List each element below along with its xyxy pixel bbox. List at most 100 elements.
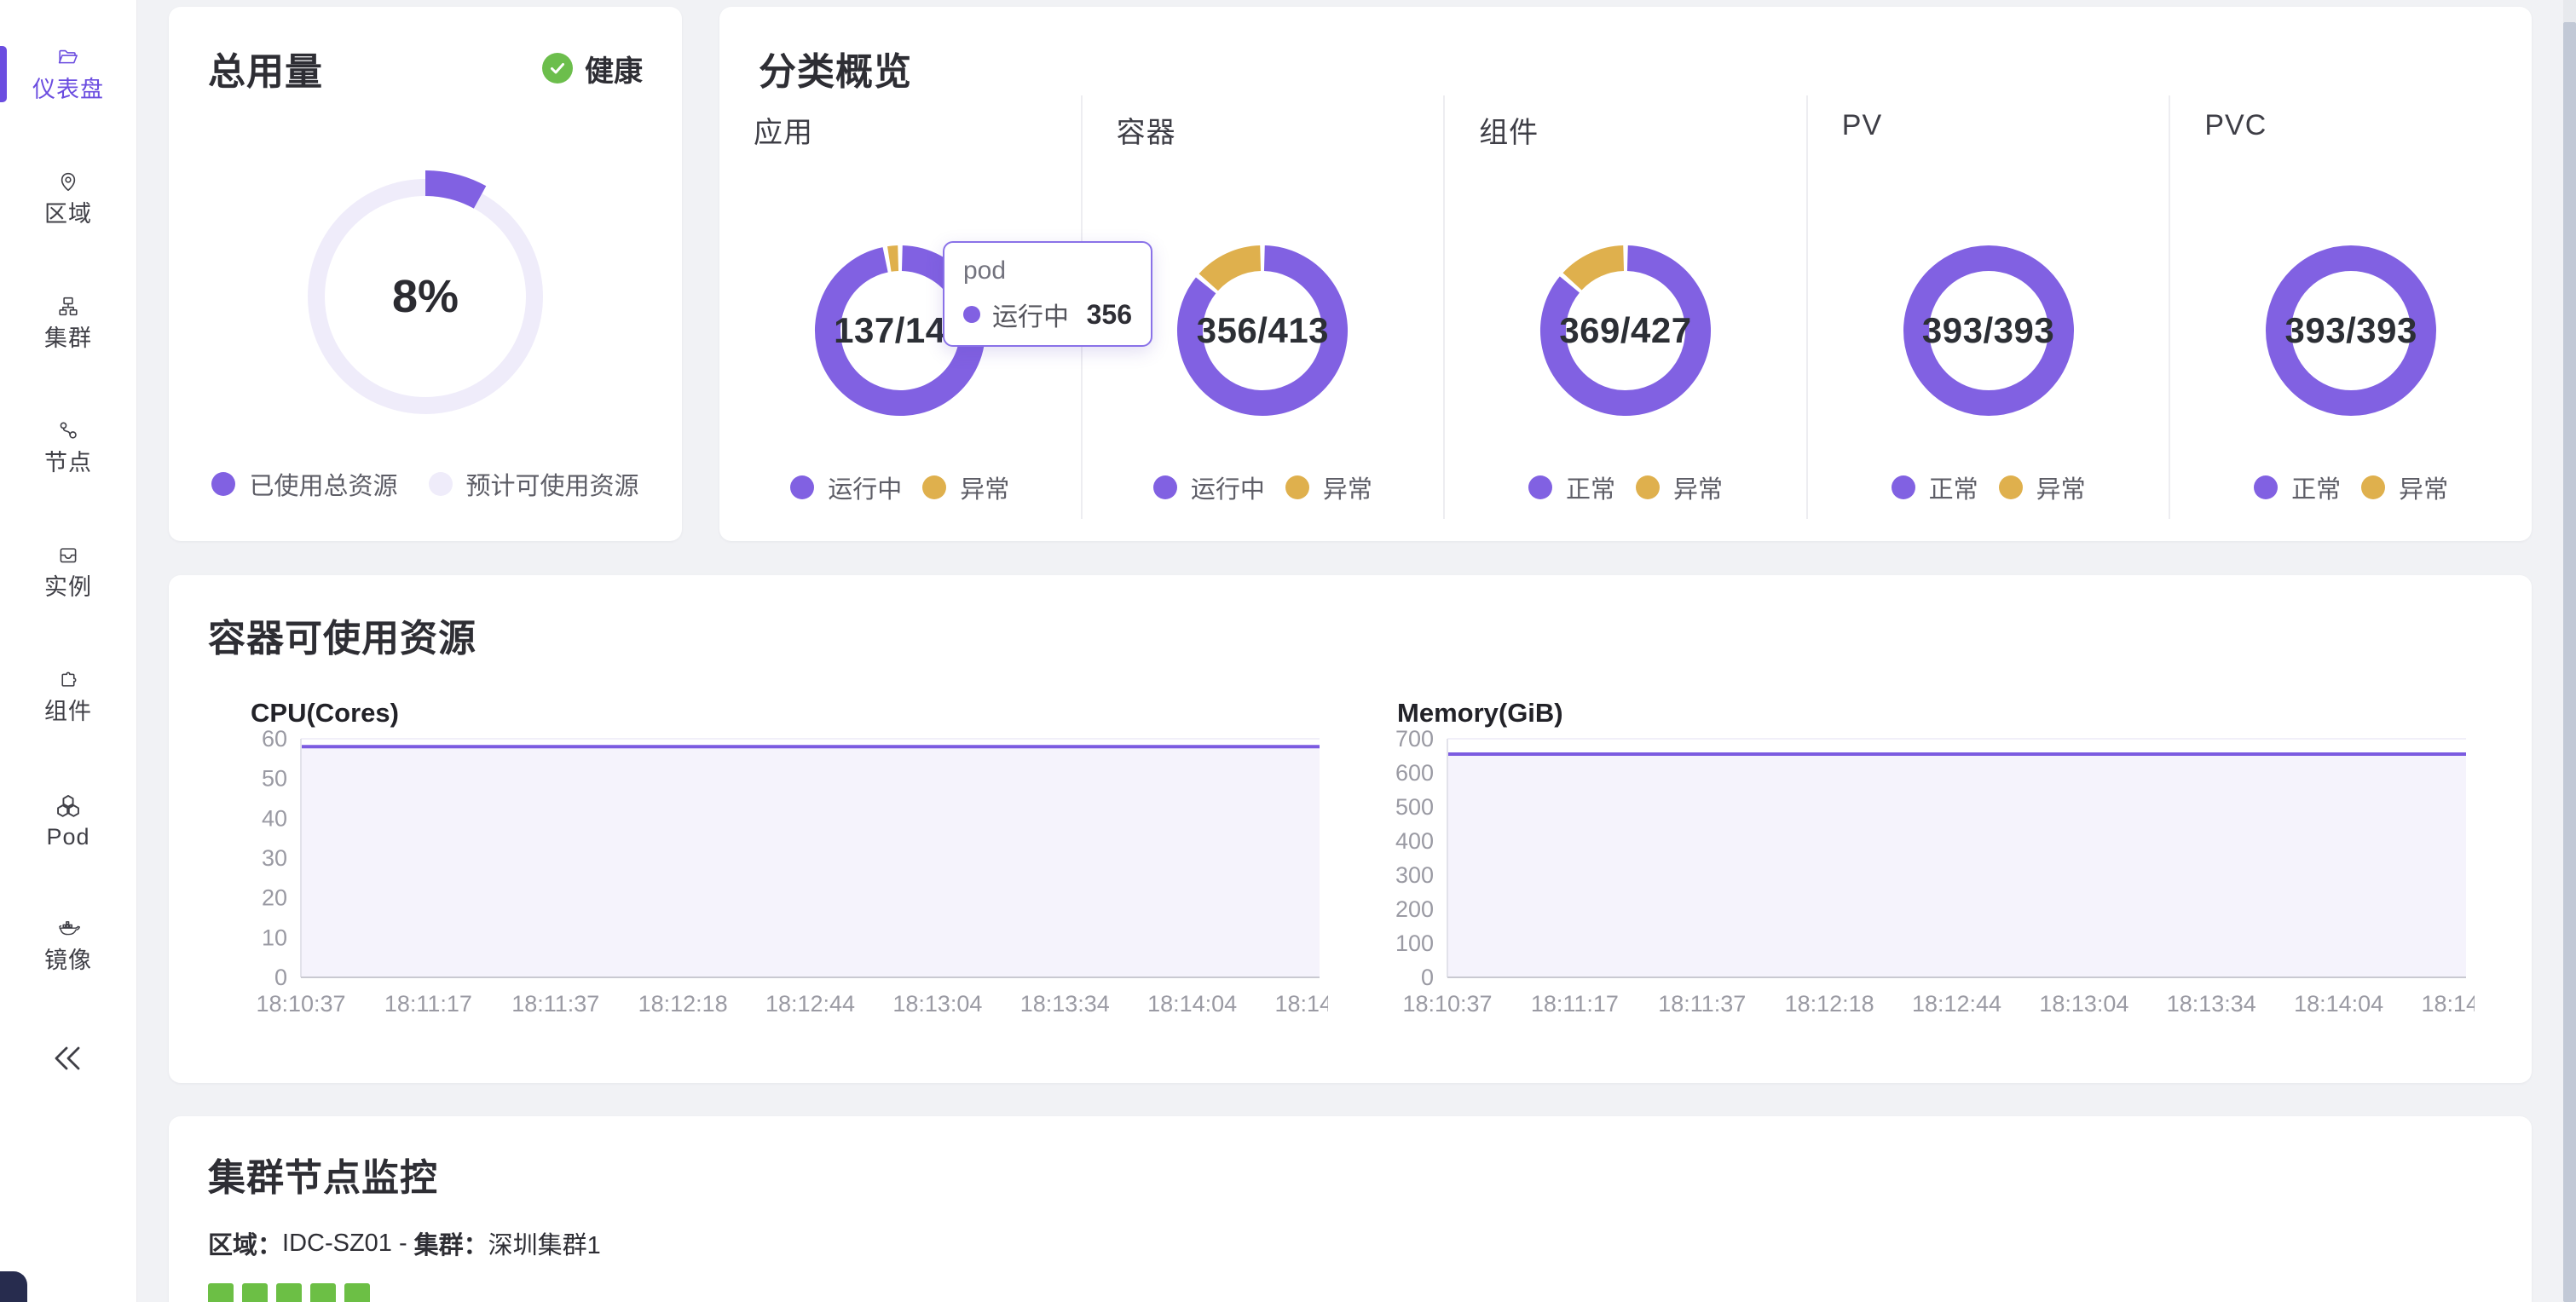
- node-status-square[interactable]: [344, 1283, 370, 1302]
- sidebar-collapse-button[interactable]: [0, 1041, 136, 1075]
- sidebar-item-label: Pod: [46, 824, 90, 850]
- legend-item-normal[interactable]: 正常: [2254, 470, 2341, 505]
- legend-item-normal[interactable]: 正常: [1528, 470, 1615, 505]
- pod-hexagons-icon: [50, 792, 86, 822]
- scrollbar-track-top: [2563, 0, 2576, 22]
- total-usage-legend: 已使用总资源 预计可使用资源: [169, 466, 682, 502]
- svg-text:18:12:44: 18:12:44: [1912, 991, 2001, 1017]
- health-status-badge: 健康: [542, 48, 643, 89]
- legend-dot-purple: [1528, 475, 1552, 499]
- column-header: PV: [1808, 95, 2169, 142]
- svg-text:50: 50: [262, 766, 287, 792]
- legend-dot-purple: [2254, 475, 2278, 499]
- cluster-label: 集群：: [414, 1225, 488, 1261]
- column-header: 组件: [1445, 95, 1806, 151]
- legend-item-abnormal[interactable]: 异常: [2361, 470, 2448, 505]
- sidebar-item-image[interactable]: 镜像: [0, 917, 136, 975]
- pvc-donut-chart[interactable]: 393/393: [2240, 220, 2462, 441]
- legend-item-running[interactable]: 运行中: [790, 470, 902, 505]
- sidebar-item-cluster[interactable]: 集群: [0, 295, 136, 353]
- component-donut-chart[interactable]: 369/427: [1515, 220, 1736, 441]
- svg-text:700: 700: [1395, 730, 1434, 752]
- health-check-icon: [542, 53, 573, 84]
- svg-text:18:12:18: 18:12:18: [638, 991, 728, 1017]
- node-status-square[interactable]: [276, 1283, 302, 1302]
- sidebar-item-label: 仪表盘: [32, 71, 104, 104]
- total-usage-card: 总用量 健康 8% 已使用总资源 预计可使用资源: [169, 7, 682, 541]
- region-pin-icon: [50, 170, 86, 193]
- total-usage-donut-chart[interactable]: 8%: [297, 169, 553, 424]
- category-overview-title: 分类概览: [719, 7, 2532, 95]
- legend-item-running[interactable]: 运行中: [1153, 470, 1265, 505]
- column-legend: 正常 异常: [2170, 470, 2532, 505]
- scrollbar-thumb[interactable]: [2563, 22, 2576, 1302]
- sidebar-item-component[interactable]: 组件: [0, 668, 136, 726]
- tooltip-series-dot: [963, 306, 980, 323]
- sidebar-item-label: 组件: [44, 693, 92, 726]
- legend-dot-purple: [211, 472, 235, 496]
- category-column-pv: PV 393/393 正常 异常: [1806, 95, 2169, 519]
- legend-dot-purple: [1892, 475, 1915, 499]
- donut-value: 393/393: [2240, 220, 2462, 441]
- node-status-square[interactable]: [208, 1283, 234, 1302]
- legend-dot-lavender: [429, 472, 453, 496]
- svg-text:18:13:34: 18:13:34: [2167, 991, 2256, 1017]
- legend-item-abnormal[interactable]: 异常: [922, 470, 1009, 505]
- svg-text:300: 300: [1395, 862, 1434, 888]
- legend-item-available[interactable]: 预计可使用资源: [429, 466, 639, 502]
- total-usage-title: 总用量: [208, 41, 323, 95]
- legend-item-abnormal[interactable]: 异常: [1285, 470, 1372, 505]
- svg-text:18:11:37: 18:11:37: [1658, 991, 1746, 1017]
- double-chevron-left-icon: [49, 1041, 87, 1075]
- svg-text:18:13:04: 18:13:04: [892, 991, 982, 1017]
- memory-line-chart[interactable]: Memory(GiB) 010020030040050060070018:10:…: [1366, 694, 2475, 1052]
- legend-item-abnormal[interactable]: 异常: [1999, 470, 2086, 505]
- svg-text:18:14:04: 18:14:04: [1147, 991, 1237, 1017]
- svg-text:200: 200: [1395, 896, 1434, 922]
- legend-dot-yellow: [1999, 475, 2023, 499]
- legend-item-normal[interactable]: 正常: [1892, 470, 1978, 505]
- cpu-chart-subtitle: CPU(Cores): [251, 698, 399, 729]
- donut-value: 369/427: [1515, 220, 1736, 441]
- active-indicator: [0, 46, 7, 102]
- legend-dot-yellow: [1285, 475, 1309, 499]
- node-status-square[interactable]: [242, 1283, 268, 1302]
- category-column-component: 组件 369/427 正常 异常: [1443, 95, 1806, 519]
- sidebar-item-instance[interactable]: 实例: [0, 544, 136, 602]
- svg-text:18:13:04: 18:13:04: [2039, 991, 2128, 1017]
- svg-text:20: 20: [262, 885, 287, 911]
- column-header: 容器: [1083, 95, 1444, 151]
- memory-chart-subtitle: Memory(GiB): [1397, 698, 1563, 729]
- total-usage-percent: 8%: [297, 169, 553, 424]
- tooltip-title: pod: [963, 256, 1132, 285]
- legend-item-abnormal[interactable]: 异常: [1636, 470, 1723, 505]
- svg-text:18:14:04: 18:14:04: [2294, 991, 2383, 1017]
- corner-widget[interactable]: [0, 1271, 27, 1302]
- node-status-square[interactable]: [310, 1283, 336, 1302]
- svg-text:600: 600: [1395, 760, 1434, 786]
- column-legend: 正常 异常: [1445, 470, 1806, 505]
- pv-donut-chart[interactable]: 393/393: [1878, 220, 2099, 441]
- instance-inbox-icon: [50, 544, 86, 567]
- tooltip-series-label: 运行中: [992, 296, 1069, 333]
- sidebar-item-dashboard[interactable]: 仪表盘: [0, 46, 136, 104]
- dashboard-folder-icon: [50, 46, 86, 69]
- cpu-line-chart[interactable]: CPU(Cores) 010203040506018:10:3718:11:17…: [220, 694, 1328, 1052]
- legend-dot-yellow: [922, 475, 946, 499]
- svg-text:18:10:37: 18:10:37: [1402, 991, 1492, 1017]
- column-header: 应用: [719, 95, 1081, 151]
- sidebar: 仪表盘 区域 集群 节点 实例: [0, 0, 137, 1302]
- sidebar-item-node[interactable]: 节点: [0, 419, 136, 477]
- column-header: PVC: [2170, 95, 2532, 142]
- svg-text:0: 0: [1421, 965, 1434, 990]
- cluster-nodes-card: 集群节点监控 区域： IDC-SZ01 - 集群： 深圳集群1: [169, 1116, 2532, 1302]
- container-donut-chart[interactable]: 356/413: [1152, 220, 1373, 441]
- sidebar-item-region[interactable]: 区域: [0, 170, 136, 228]
- legend-item-used[interactable]: 已使用总资源: [211, 466, 397, 502]
- sidebar-item-pod[interactable]: Pod: [0, 792, 136, 850]
- svg-text:18:10:37: 18:10:37: [256, 991, 345, 1017]
- node-status-grid: [208, 1283, 2532, 1302]
- legend-dot-yellow: [2361, 475, 2385, 499]
- chart-tooltip: pod 运行中 356: [943, 241, 1152, 347]
- cluster-sitemap-icon: [50, 295, 86, 318]
